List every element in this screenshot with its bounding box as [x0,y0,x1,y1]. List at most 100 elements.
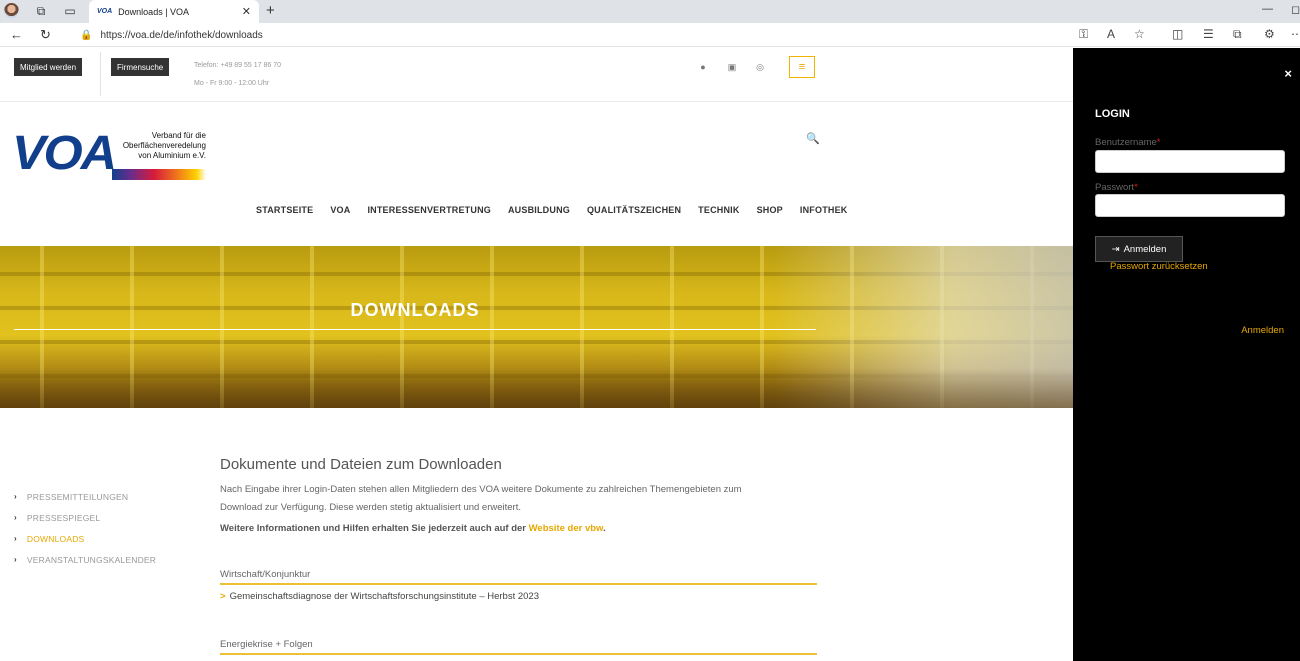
chevron-right-icon: › [14,555,17,564]
intro-line: Nach Eingabe ihrer Login-Daten stehen al… [220,484,742,495]
intro-text: Nach Eingabe ihrer Login-Daten stehen al… [220,481,820,517]
facebook-icon[interactable]: ● [698,62,708,72]
login-submit-label: Anmelden [1123,243,1167,255]
read-aloud-icon[interactable]: A [1107,27,1115,41]
sidebar-item-downloads[interactable]: › DOWNLOADS [14,528,156,549]
login-panel: × LOGIN Benutzername* Passwort* ⇥ Anmeld… [1073,48,1300,661]
site-logo[interactable]: VOA Verband für die Oberflächenveredelun… [12,128,212,184]
logo-color-stripe [112,169,206,180]
chevron-right-icon: › [14,534,17,543]
category-header[interactable]: Energiekrise + Folgen [220,639,817,655]
company-search-button[interactable]: Firmensuche [111,58,170,76]
required-mark: * [1156,137,1161,148]
sidebar-item-label: PRESSEMITTEILUNGEN [26,491,129,502]
username-field[interactable] [1095,150,1285,173]
favorites-list-icon[interactable]: ☰ [1203,27,1214,41]
phone-number: Telefon: +49 89 55 17 86 70 [194,62,281,69]
linkedin-icon[interactable]: ▣ [727,62,737,72]
more-icon[interactable]: ⋯ [1291,27,1300,41]
hero-banner [0,246,1073,408]
required-mark: * [1134,182,1138,193]
tab-title: Downloads | VOA [118,6,190,17]
chevron-right-icon: › [14,513,17,522]
chevron-right-icon: > [220,591,226,602]
login-submit-button[interactable]: ⇥ Anmelden [1095,236,1183,262]
new-tab-icon[interactable]: + [266,2,275,19]
logo-tagline-line: Oberflächenveredelung [122,141,206,150]
tab-actions-icon[interactable]: ▭ [62,3,78,19]
sidebar-item-label: DOWNLOADS [26,533,85,544]
refresh-icon[interactable]: ↻ [40,27,51,43]
sidebar-item-pressemitteilungen[interactable]: › PRESSEMITTEILUNGEN [14,486,156,507]
maximize-icon[interactable]: ◻ [1291,3,1300,16]
member-button[interactable]: Mitglied werden [14,58,83,76]
workspaces-icon[interactable]: ⧉ [33,3,49,19]
main-navigation: STARTSEITE VOA INTERESSENVERTRETUNG AUSB… [256,205,865,215]
password-label-text: Passwort [1095,182,1135,193]
vbw-website-link[interactable]: Website der vbw [529,523,603,534]
close-icon[interactable]: × [1284,66,1292,81]
menu-toggle-button[interactable]: ≡ [789,56,815,78]
sidebar-item-pressespiegel[interactable]: › PRESSESPIEGEL [14,507,156,528]
nav-item-voa[interactable]: VOA [330,205,350,215]
url-field[interactable]: 🔒 https://voa.de/de/infothek/downloads [66,26,1066,44]
sign-in-icon: ⇥ [1111,243,1120,255]
extension-icon[interactable]: ⚙ [1264,27,1275,41]
download-item-label: Gemeinschaftsdiagnose der Wirtschaftsfor… [229,591,539,602]
url-text: https://voa.de/de/infothek/downloads [100,29,263,41]
content-heading: Dokumente und Dateien zum Downloaden [220,456,502,473]
username-label: Benutzername* [1095,137,1161,148]
info-text: Weitere Informationen und Hilfen erhalte… [220,523,820,534]
hamburger-icon: ≡ [798,61,806,73]
download-item[interactable]: > Gemeinschaftsdiagnose der Wirtschaftsf… [220,591,539,602]
login-link[interactable]: Anmelden [1241,325,1284,336]
sidebar-item-label: VERANSTALTUNGSKALENDER [26,554,157,565]
hero-divider [14,329,816,330]
favorite-star-icon[interactable]: ☆ [1134,27,1145,41]
nav-item-startseite[interactable]: STARTSEITE [256,205,313,215]
tab-close-icon[interactable]: ✕ [242,5,251,18]
browser-tabbar: ⧉ ▭ VOA Downloads | VOA ✕ + — ◻ [0,0,1300,23]
back-icon[interactable]: ← [10,27,23,42]
sidebar-item-label: PRESSESPIEGEL [26,512,101,523]
nav-item-qualitaetszeichen[interactable]: QUALITÄTSZEICHEN [587,205,681,215]
instagram-icon[interactable]: ◎ [755,62,765,72]
info-text-end: . [603,523,606,534]
profile-avatar-icon[interactable] [4,3,19,18]
site-topbar: Mitglied werden Firmensuche Telefon: +49… [0,48,1073,102]
logo-tagline-line: von Aluminium e.V. [138,151,206,160]
logo-mark: VOA [12,127,117,180]
nav-item-ausbildung[interactable]: AUSBILDUNG [508,205,570,215]
nav-item-technik[interactable]: TECHNIK [698,205,739,215]
nav-item-interessenvertretung[interactable]: INTERESSENVERTRETUNG [367,205,491,215]
search-icon[interactable]: 🔍 [806,132,820,145]
intro-line: Download zur Verfügung. Diese werden ste… [220,502,521,513]
minimize-icon[interactable]: — [1262,3,1273,15]
browser-tab-downloads[interactable]: VOA Downloads | VOA ✕ [89,0,259,23]
logo-tagline: Verband für die Oberflächenveredelung vo… [110,131,206,161]
username-label-text: Benutzername [1095,137,1157,148]
password-reset-link[interactable]: Passwort zurücksetzen [1110,261,1208,272]
password-label: Passwort* [1095,182,1138,193]
divider [100,52,101,96]
category-header[interactable]: Wirtschaft/Konjunktur [220,569,817,585]
main-content: Dokumente und Dateien zum Downloaden Nac… [220,456,820,534]
split-screen-icon[interactable]: ◫ [1172,27,1183,41]
nav-item-infothek[interactable]: INFOTHEK [800,205,848,215]
collections-icon[interactable]: ⧉ [1233,27,1242,42]
sidebar-nav: › PRESSEMITTEILUNGEN › PRESSESPIEGEL › D… [14,486,156,570]
browser-addressbar: ← ↻ 🔒 https://voa.de/de/infothek/downloa… [0,23,1300,47]
tab-favicon: VOA [97,8,113,15]
login-title: LOGIN [1095,108,1130,120]
sidebar-item-veranstaltungskalender[interactable]: › VERANSTALTUNGSKALENDER [14,549,156,570]
info-text-body: Weitere Informationen und Hilfen erhalte… [220,523,529,534]
logo-tagline-line: Verband für die [151,131,206,140]
office-hours: Mo - Fr 9:00 - 12:00 Uhr [194,80,270,87]
key-icon[interactable]: ⚿ [1079,27,1088,42]
hero-shadow-overlay [0,368,1073,408]
nav-item-shop[interactable]: SHOP [757,205,783,215]
lock-icon: 🔒 [80,29,93,41]
chevron-right-icon: › [14,492,17,501]
page-title: DOWNLOADS [350,300,480,320]
password-field[interactable] [1095,194,1285,217]
